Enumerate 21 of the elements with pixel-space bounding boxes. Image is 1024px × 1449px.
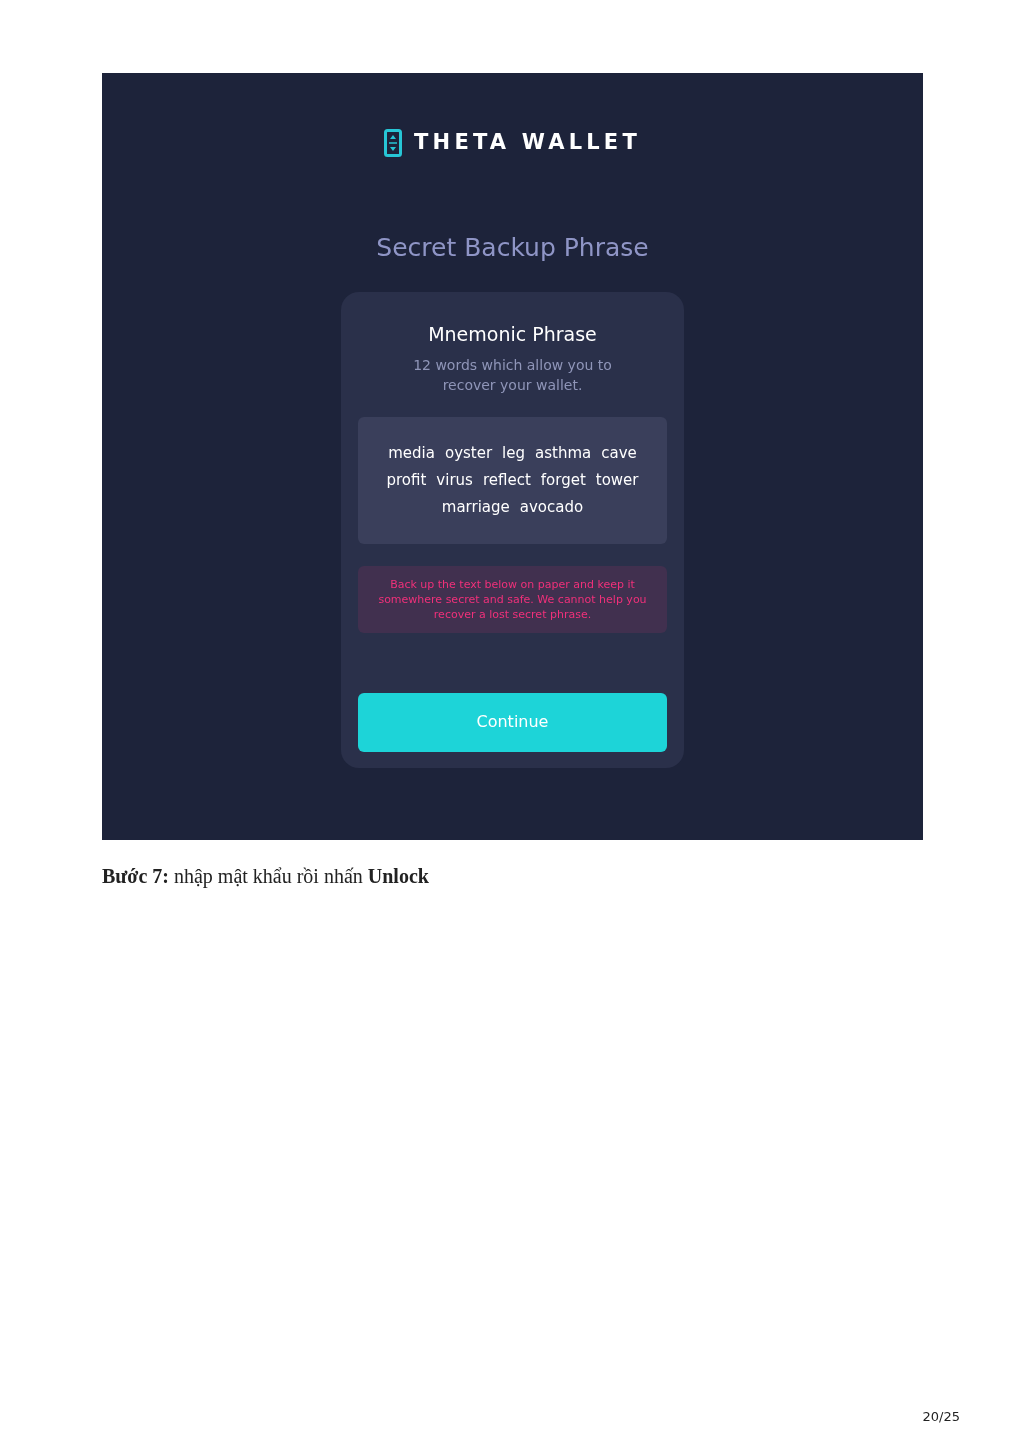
phrase-word: tower (595, 470, 639, 490)
card-title: Mnemonic Phrase (428, 322, 597, 347)
phrase-word: media (388, 443, 435, 463)
page-number: 20/25 (922, 1408, 960, 1426)
phrase-word: leg (502, 443, 526, 463)
continue-button[interactable]: Continue (358, 692, 667, 752)
phrase-word: oyster (444, 443, 493, 463)
page-heading: Secret Backup Phrase (376, 231, 649, 264)
phrase-word: avocado (519, 497, 584, 517)
phrase-word: marriage (441, 497, 510, 517)
phrase-word: cave (601, 443, 637, 463)
phrase-word: profit (386, 470, 427, 490)
caption: Bước 7: nhập mật khẩu rồi nhấn Unlock (102, 864, 429, 890)
card-subtitle: 12 words which allow you to recover your wallet. (412, 355, 613, 395)
phrase-word: reflect (482, 470, 531, 490)
phrase-word: virus (436, 470, 473, 490)
phrase-word: asthma (535, 443, 592, 463)
warning-text: Back up the text below on paper and keep it somewhere secret and safe. We cannot help you recover a lost secret phrase. (377, 576, 648, 622)
logo-icon (384, 128, 403, 157)
phrase-word: forget (540, 470, 586, 490)
logo-text: THETA WALLET (414, 129, 641, 156)
